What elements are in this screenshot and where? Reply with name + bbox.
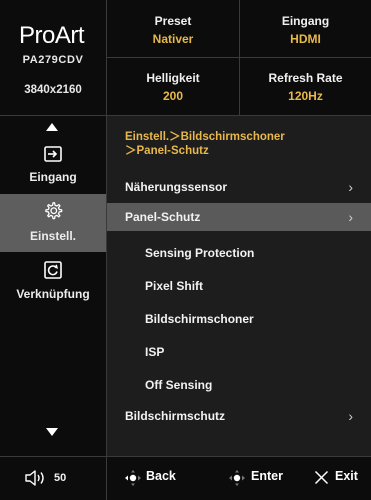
input-status: Eingang HDMI <box>240 14 371 46</box>
menu-item-label: Näherungssensor <box>125 180 228 194</box>
enter-label: Enter <box>251 469 283 483</box>
input-label: Eingang <box>281 14 330 28</box>
header-divider <box>107 57 371 58</box>
nav-item-label: Eingang <box>29 170 77 184</box>
preset-label: Preset <box>154 14 192 28</box>
refresh-status: Refresh Rate 120Hz <box>240 71 371 103</box>
menu-item-label: Bildschirmschoner <box>145 312 254 326</box>
volume-value: 50 <box>54 472 67 484</box>
scroll-down-arrow-icon[interactable] <box>46 428 58 436</box>
nav-item-input[interactable]: Eingang <box>0 138 106 196</box>
menu-item-panel-protection[interactable]: Panel-Schutz › <box>107 203 371 231</box>
footer-divider <box>106 457 107 500</box>
volume-indicator[interactable]: 50 <box>0 457 106 500</box>
menu-item-sensing-protection[interactable]: Sensing Protection <box>107 239 371 267</box>
chevron-right-icon: › <box>348 209 353 225</box>
menu-item-screensaver[interactable]: Bildschirmschoner <box>107 305 371 333</box>
joystick-left-icon <box>125 470 141 486</box>
chevron-right-icon: › <box>348 408 353 424</box>
close-x-icon <box>314 470 329 485</box>
input-icon <box>44 146 62 162</box>
menu-item-label: Pixel Shift <box>145 279 204 293</box>
scroll-up-arrow-icon[interactable] <box>46 123 58 131</box>
shortcut-icon <box>44 261 62 279</box>
model-name: PA279CDV <box>22 54 84 66</box>
category-nav: Eingang Einstell. Verknüpfung <box>0 116 106 456</box>
exit-label: Exit <box>335 469 358 483</box>
proart-logo: ProArt <box>19 22 85 49</box>
refresh-value: 120Hz <box>288 89 323 103</box>
menu-item-screen-protection[interactable]: Bildschirmschutz › <box>107 402 371 430</box>
settings-panel: Einstell.＞Bildschirmschoner ＞Panel-Schut… <box>107 116 371 456</box>
brightness-value: 200 <box>162 89 184 103</box>
nav-item-label: Verknüpfung <box>16 287 90 301</box>
menu-item-label: Bildschirmschutz <box>125 409 226 423</box>
resolution-readout: 3840x2160 <box>24 84 82 96</box>
menu-item-isp[interactable]: ISP <box>107 338 371 366</box>
chevron-right-icon: › <box>348 179 353 195</box>
menu-item-off-sensing[interactable]: Off Sensing <box>107 371 371 399</box>
exit-button[interactable]: Exit <box>314 457 369 500</box>
menu-item-label: Sensing Protection <box>145 246 255 260</box>
breadcrumb: Einstell.＞Bildschirmschoner ＞Panel-Schut… <box>125 130 365 158</box>
settings-gear-icon <box>45 202 63 220</box>
menu-item-pixel-shift[interactable]: Pixel Shift <box>107 272 371 300</box>
breadcrumb-line: Einstell.＞Bildschirmschoner <box>125 131 285 143</box>
nav-item-shortcut[interactable]: Verknüpfung <box>0 256 106 314</box>
osd-menu: ProArt PA279CDV 3840x2160 Preset Nativer… <box>0 0 371 500</box>
input-value: HDMI <box>290 32 321 46</box>
menu-item-label: Panel-Schutz <box>125 210 201 224</box>
nav-item-settings[interactable]: Einstell. <box>0 194 106 252</box>
menu-item-proximity-sensor[interactable]: Näherungssensor › <box>107 173 371 201</box>
osd-footer: 50 Back Enter Exit <box>0 457 371 500</box>
nav-item-label: Einstell. <box>29 229 76 243</box>
refresh-label: Refresh Rate <box>268 71 343 85</box>
speaker-volume-icon <box>25 470 44 486</box>
enter-button[interactable]: Enter <box>228 457 308 500</box>
back-label: Back <box>146 469 176 483</box>
brightness-status: Helligkeit 200 <box>107 71 239 103</box>
brightness-label: Helligkeit <box>146 71 200 85</box>
breadcrumb-line: ＞Panel-Schutz <box>125 145 209 157</box>
menu-item-label: ISP <box>145 345 165 359</box>
menu-item-label: Off Sensing <box>145 378 213 392</box>
osd-header: ProArt PA279CDV 3840x2160 Preset Nativer… <box>0 0 371 115</box>
joystick-press-icon <box>229 470 245 486</box>
brand-block: ProArt PA279CDV 3840x2160 <box>0 0 106 115</box>
preset-status: Preset Nativer <box>107 14 239 46</box>
preset-value: Nativer <box>152 32 194 46</box>
back-button[interactable]: Back <box>124 457 194 500</box>
